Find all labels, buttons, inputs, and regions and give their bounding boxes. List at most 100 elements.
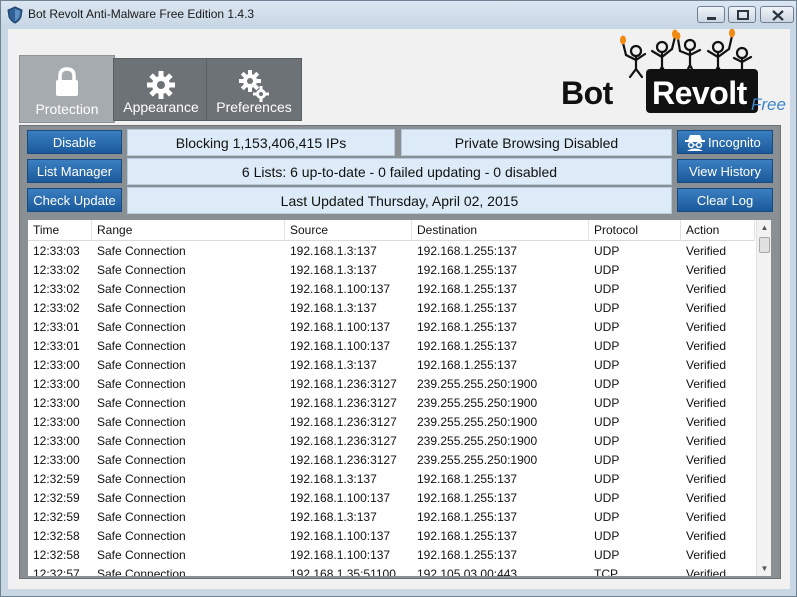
table-row[interactable]: 12:33:00 Safe Connection 192.168.1.236:312… [28, 375, 755, 394]
cell-range: Safe Connection [97, 567, 186, 576]
list-manager-button[interactable]: List Manager [27, 159, 122, 183]
cell-protocol: UDP [594, 320, 620, 334]
cell-protocol: UDP [594, 244, 620, 258]
cell-action: Verified [686, 358, 727, 372]
table-row[interactable]: 12:33:00 Safe Connection 192.168.1.236:312… [28, 451, 755, 470]
table-row[interactable]: 12:33:02 Safe Connection 192.168.1.3:137 19… [28, 299, 755, 318]
cell-time: 12:32:59 [33, 491, 80, 505]
table-row[interactable]: 12:32:59 Safe Connection 192.168.1.3:137 19… [28, 508, 755, 527]
cell-range: Safe Connection [97, 548, 186, 562]
disable-button[interactable]: Disable [27, 130, 122, 154]
cell-time: 12:32:59 [33, 510, 80, 524]
column-header-action[interactable]: Action [681, 220, 755, 241]
cell-action: Verified [686, 415, 727, 429]
blocking-status: Blocking 1,153,406,415 IPs [127, 129, 395, 156]
maximize-icon [737, 10, 749, 20]
connection-log-table[interactable]: Time Range Source Destination Protocol A… [28, 220, 771, 576]
cell-protocol: UDP [594, 415, 620, 429]
tab-preferences[interactable]: Preferences [206, 58, 302, 121]
logo-free-tag: Free [751, 95, 786, 114]
cell-action: Verified [686, 377, 727, 391]
cell-source: 192.168.1.100:137 [290, 548, 391, 562]
cell-destination: 192.168.1.255:137 [417, 358, 518, 372]
cell-time: 12:33:00 [33, 453, 80, 467]
table-row[interactable]: 12:33:02 Safe Connection 192.168.1.3:137 19… [28, 261, 755, 280]
cell-action: Verified [686, 244, 727, 258]
cell-time: 12:33:02 [33, 263, 80, 277]
table-row[interactable]: 12:33:01 Safe Connection 192.168.1.100:137… [28, 318, 755, 337]
table-row[interactable]: 12:33:00 Safe Connection 192.168.1.236:312… [28, 413, 755, 432]
cell-destination: 192.168.1.255:137 [417, 529, 518, 543]
cell-destination: 192.168.1.255:137 [417, 263, 518, 277]
tab-appearance[interactable]: Appearance [113, 58, 209, 121]
table-row[interactable]: 12:32:57 Safe Connection 192.168.1.35:5110… [28, 565, 755, 576]
cell-range: Safe Connection [97, 434, 186, 448]
close-button[interactable] [760, 6, 794, 23]
table-row[interactable]: 12:32:58 Safe Connection 192.168.1.100:137… [28, 527, 755, 546]
table-row[interactable]: 12:33:00 Safe Connection 192.168.1.236:312… [28, 432, 755, 451]
maximize-button[interactable] [728, 6, 756, 23]
table-row[interactable]: 12:32:58 Safe Connection 192.168.1.100:137… [28, 546, 755, 565]
gears-icon [239, 70, 269, 102]
cell-range: Safe Connection [97, 377, 186, 391]
cell-time: 12:32:59 [33, 472, 80, 486]
scrollbar-thumb[interactable] [759, 237, 770, 253]
cell-protocol: TCP [594, 567, 618, 576]
private-browsing-status: Private Browsing Disabled [401, 129, 672, 156]
view-history-button[interactable]: View History [677, 159, 773, 183]
cell-destination: 192.168.1.255:137 [417, 510, 518, 524]
cell-protocol: UDP [594, 358, 620, 372]
cell-source: 192.168.1.236:3127 [290, 377, 397, 391]
cell-range: Safe Connection [97, 453, 186, 467]
cell-action: Verified [686, 434, 727, 448]
cell-action: Verified [686, 567, 727, 576]
tab-appearance-label: Appearance [123, 99, 199, 115]
column-header-range[interactable]: Range [92, 220, 285, 241]
column-header-destination[interactable]: Destination [412, 220, 589, 241]
cell-action: Verified [686, 301, 727, 315]
title-bar[interactable]: Bot Revolt Anti-Malware Free Edition 1.4… [1, 1, 796, 29]
cell-time: 12:33:00 [33, 396, 80, 410]
gear-icon [147, 71, 175, 99]
cell-range: Safe Connection [97, 491, 186, 505]
tab-strip: Protection Appearance Preferences [19, 55, 302, 125]
clear-log-button[interactable]: Clear Log [677, 188, 773, 212]
column-header-protocol[interactable]: Protocol [589, 220, 681, 241]
cell-action: Verified [686, 491, 727, 505]
cell-time: 12:33:00 [33, 415, 80, 429]
cell-protocol: UDP [594, 510, 620, 524]
table-row[interactable]: 12:32:59 Safe Connection 192.168.1.100:137… [28, 489, 755, 508]
client-area: Protection Appearance Preferences Bot Re… [8, 29, 790, 589]
scroll-down-arrow-icon[interactable]: ▼ [757, 561, 771, 576]
table-row[interactable]: 12:33:03 Safe Connection 192.168.1.3:137 19… [28, 242, 755, 261]
shield-icon [7, 6, 23, 24]
table-row[interactable]: 12:33:00 Safe Connection 192.168.1.3:137 19… [28, 356, 755, 375]
cell-time: 12:32:57 [33, 567, 80, 576]
tab-protection[interactable]: Protection [19, 55, 115, 123]
cell-protocol: UDP [594, 396, 620, 410]
cell-source: 192.168.1.3:137 [290, 263, 377, 277]
app-window: Bot Revolt Anti-Malware Free Edition 1.4… [0, 0, 797, 597]
table-row[interactable]: 12:33:02 Safe Connection 192.168.1.100:137… [28, 280, 755, 299]
vertical-scrollbar[interactable]: ▲ ▼ [756, 220, 771, 576]
table-row[interactable]: 12:33:01 Safe Connection 192.168.1.100:137… [28, 337, 755, 356]
cell-protocol: UDP [594, 453, 620, 467]
cell-range: Safe Connection [97, 358, 186, 372]
table-row[interactable]: 12:32:59 Safe Connection 192.168.1.3:137 19… [28, 470, 755, 489]
cell-time: 12:33:02 [33, 301, 80, 315]
cell-action: Verified [686, 472, 727, 486]
scroll-up-arrow-icon[interactable]: ▲ [757, 220, 771, 235]
minimize-button[interactable] [697, 6, 725, 23]
main-panel: Disable List Manager Check Update Blocki… [19, 125, 781, 579]
cell-source: 192.168.1.100:137 [290, 529, 391, 543]
column-header-time[interactable]: Time [28, 220, 92, 241]
table-row[interactable]: 12:33:00 Safe Connection 192.168.1.236:312… [28, 394, 755, 413]
cell-action: Verified [686, 548, 727, 562]
column-header-source[interactable]: Source [285, 220, 412, 241]
cell-protocol: UDP [594, 263, 620, 277]
cell-source: 192.168.1.35:51100 [290, 567, 396, 576]
incognito-button[interactable]: Incognito [677, 130, 773, 154]
check-update-button[interactable]: Check Update [27, 188, 122, 212]
cell-action: Verified [686, 282, 727, 296]
cell-time: 12:33:01 [33, 320, 80, 334]
